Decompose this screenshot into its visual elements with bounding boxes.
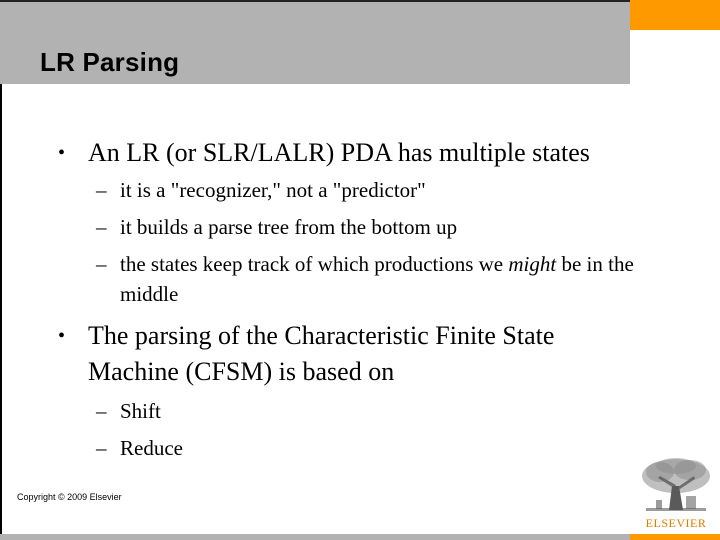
dash-icon: –	[96, 252, 107, 276]
dash-icon: –	[96, 436, 107, 460]
accent-band-bottom	[630, 534, 720, 540]
sub-bullet-text: it is a "recognizer," not a "predictor"	[120, 178, 426, 202]
bullet-icon: •	[58, 325, 66, 347]
slide-title: LR Parsing	[40, 47, 180, 77]
bullet-text: An LR (or SLR/LALR) PDA has multiple sta…	[88, 138, 590, 167]
elsevier-tree-icon	[638, 456, 714, 516]
dash-icon: –	[96, 178, 107, 202]
bullet-text: The parsing of the Characteristic Finite…	[88, 321, 555, 386]
elsevier-wordmark: ELSEVIER	[645, 516, 707, 530]
sub-bullet-text-start: the states keep track of which productio…	[120, 252, 509, 276]
sub-bullet-text: Shift	[120, 399, 161, 423]
dash-icon: –	[96, 399, 107, 423]
dash-icon: –	[96, 215, 107, 239]
emphasis-text: might	[508, 252, 557, 276]
sub-bullet-text: Reduce	[120, 436, 183, 460]
accent-band-top	[630, 0, 720, 30]
elsevier-logo: ELSEVIER	[638, 456, 714, 532]
footer-bar	[0, 534, 630, 540]
left-border	[0, 84, 2, 534]
top-border	[0, 0, 720, 2]
copyright-notice: Copyright © 2009 Elsevier	[17, 492, 122, 502]
sub-bullet-text: the states keep track of which productio…	[120, 249, 680, 309]
sub-bullet-text: it builds a parse tree from the bottom u…	[120, 215, 458, 239]
bullet-icon: •	[58, 142, 66, 164]
